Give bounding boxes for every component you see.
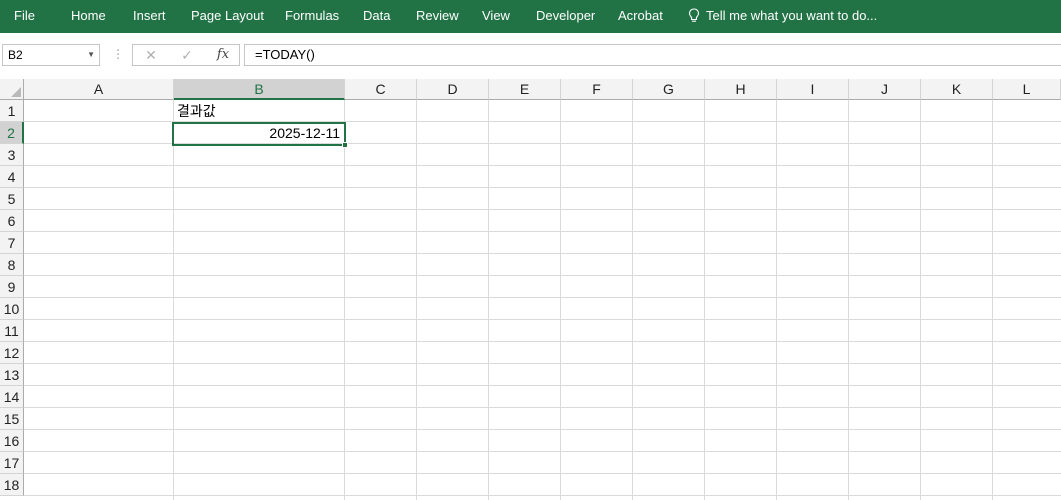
gridline	[24, 231, 1061, 232]
gridline	[488, 100, 489, 500]
column-header-j[interactable]: J	[849, 79, 921, 100]
tab-data[interactable]: Data	[363, 7, 390, 25]
tab-page-layout[interactable]: Page Layout	[191, 7, 264, 25]
column-header-c[interactable]: C	[345, 79, 417, 100]
gridline	[24, 385, 1061, 386]
lightbulb-icon	[688, 8, 700, 22]
name-box[interactable]: B2 ▼	[2, 44, 100, 66]
row-header-3[interactable]: 3	[0, 144, 24, 166]
formula-input[interactable]: =TODAY()	[244, 44, 1061, 66]
gridline	[848, 100, 849, 500]
gridline	[24, 341, 1061, 342]
formula-bar-area: B2 ▼ ⋮ ✕ ✓ fx =TODAY()	[0, 33, 1061, 79]
chevron-down-icon[interactable]: ▼	[87, 45, 95, 65]
gridline	[24, 297, 1061, 298]
row-header-9[interactable]: 9	[0, 276, 24, 298]
select-all-button[interactable]	[0, 79, 24, 100]
gridline	[344, 100, 345, 500]
tab-review[interactable]: Review	[416, 7, 459, 25]
column-header-f[interactable]: F	[561, 79, 633, 100]
gridline	[416, 100, 417, 500]
column-header-i[interactable]: I	[777, 79, 849, 100]
row-header-18[interactable]: 18	[0, 474, 24, 496]
tab-developer[interactable]: Developer	[536, 7, 595, 25]
row-header-1[interactable]: 1	[0, 100, 24, 122]
gridline	[560, 100, 561, 500]
row-header-15[interactable]: 15	[0, 408, 24, 430]
tell-me-label: Tell me what you want to do...	[706, 8, 878, 23]
tab-home[interactable]: Home	[71, 7, 106, 25]
name-box-value: B2	[8, 48, 23, 62]
row-header-14[interactable]: 14	[0, 386, 24, 408]
tab-view[interactable]: View	[482, 7, 510, 25]
row-header-7[interactable]: 7	[0, 232, 24, 254]
gridline	[704, 100, 705, 500]
insert-function-button[interactable]: fx	[211, 45, 235, 65]
ribbon-tab-bar: File Home Insert Page Layout Formulas Da…	[0, 0, 1061, 33]
tab-formulas[interactable]: Formulas	[285, 7, 339, 25]
gridline	[24, 429, 1061, 430]
gridline	[24, 165, 1061, 166]
column-header-h[interactable]: H	[705, 79, 777, 100]
gridline	[776, 100, 777, 500]
gridline	[632, 100, 633, 500]
active-cell-border	[172, 122, 346, 146]
row-header-6[interactable]: 6	[0, 210, 24, 232]
row-header-17[interactable]: 17	[0, 452, 24, 474]
row-header-4[interactable]: 4	[0, 166, 24, 188]
gridline	[24, 451, 1061, 452]
row-header-11[interactable]: 11	[0, 320, 24, 342]
column-header-d[interactable]: D	[417, 79, 489, 100]
gridline	[24, 187, 1061, 188]
row-header-2[interactable]: 2	[0, 122, 24, 144]
fill-handle[interactable]	[342, 142, 348, 148]
row-header-13[interactable]: 13	[0, 364, 24, 386]
tab-insert[interactable]: Insert	[133, 7, 166, 25]
gridline	[24, 209, 1061, 210]
gridline	[992, 100, 993, 500]
gridline	[24, 407, 1061, 408]
tab-file[interactable]: File	[14, 7, 35, 25]
gridline	[24, 275, 1061, 276]
gridline	[24, 473, 1061, 474]
row-header-8[interactable]: 8	[0, 254, 24, 276]
column-header-b[interactable]: B	[174, 79, 345, 100]
column-header-k[interactable]: K	[921, 79, 993, 100]
formula-buttons: ✕ ✓ fx	[132, 44, 240, 66]
gridline	[24, 363, 1061, 364]
worksheet-grid[interactable]: A B C D E F G H I J K L 1 2 3 4 5 6 7 8 …	[0, 79, 1061, 500]
check-icon[interactable]: ✓	[175, 45, 199, 65]
column-header-g[interactable]: G	[633, 79, 705, 100]
gridline	[24, 495, 1061, 496]
tab-acrobat[interactable]: Acrobat	[618, 7, 663, 25]
row-header-16[interactable]: 16	[0, 430, 24, 452]
column-header-a[interactable]: A	[24, 79, 174, 100]
row-header-12[interactable]: 12	[0, 342, 24, 364]
drag-handle-icon[interactable]: ⋮	[112, 47, 124, 61]
column-header-l[interactable]: L	[993, 79, 1061, 100]
cell-b1[interactable]: 결과값	[177, 100, 216, 122]
gridline	[24, 253, 1061, 254]
gridline	[173, 100, 174, 500]
column-header-e[interactable]: E	[489, 79, 561, 100]
gridline	[24, 319, 1061, 320]
row-header-5[interactable]: 5	[0, 188, 24, 210]
row-header-10[interactable]: 10	[0, 298, 24, 320]
close-icon[interactable]: ✕	[139, 45, 163, 65]
gridline	[920, 100, 921, 500]
select-all-triangle-icon	[11, 87, 21, 97]
